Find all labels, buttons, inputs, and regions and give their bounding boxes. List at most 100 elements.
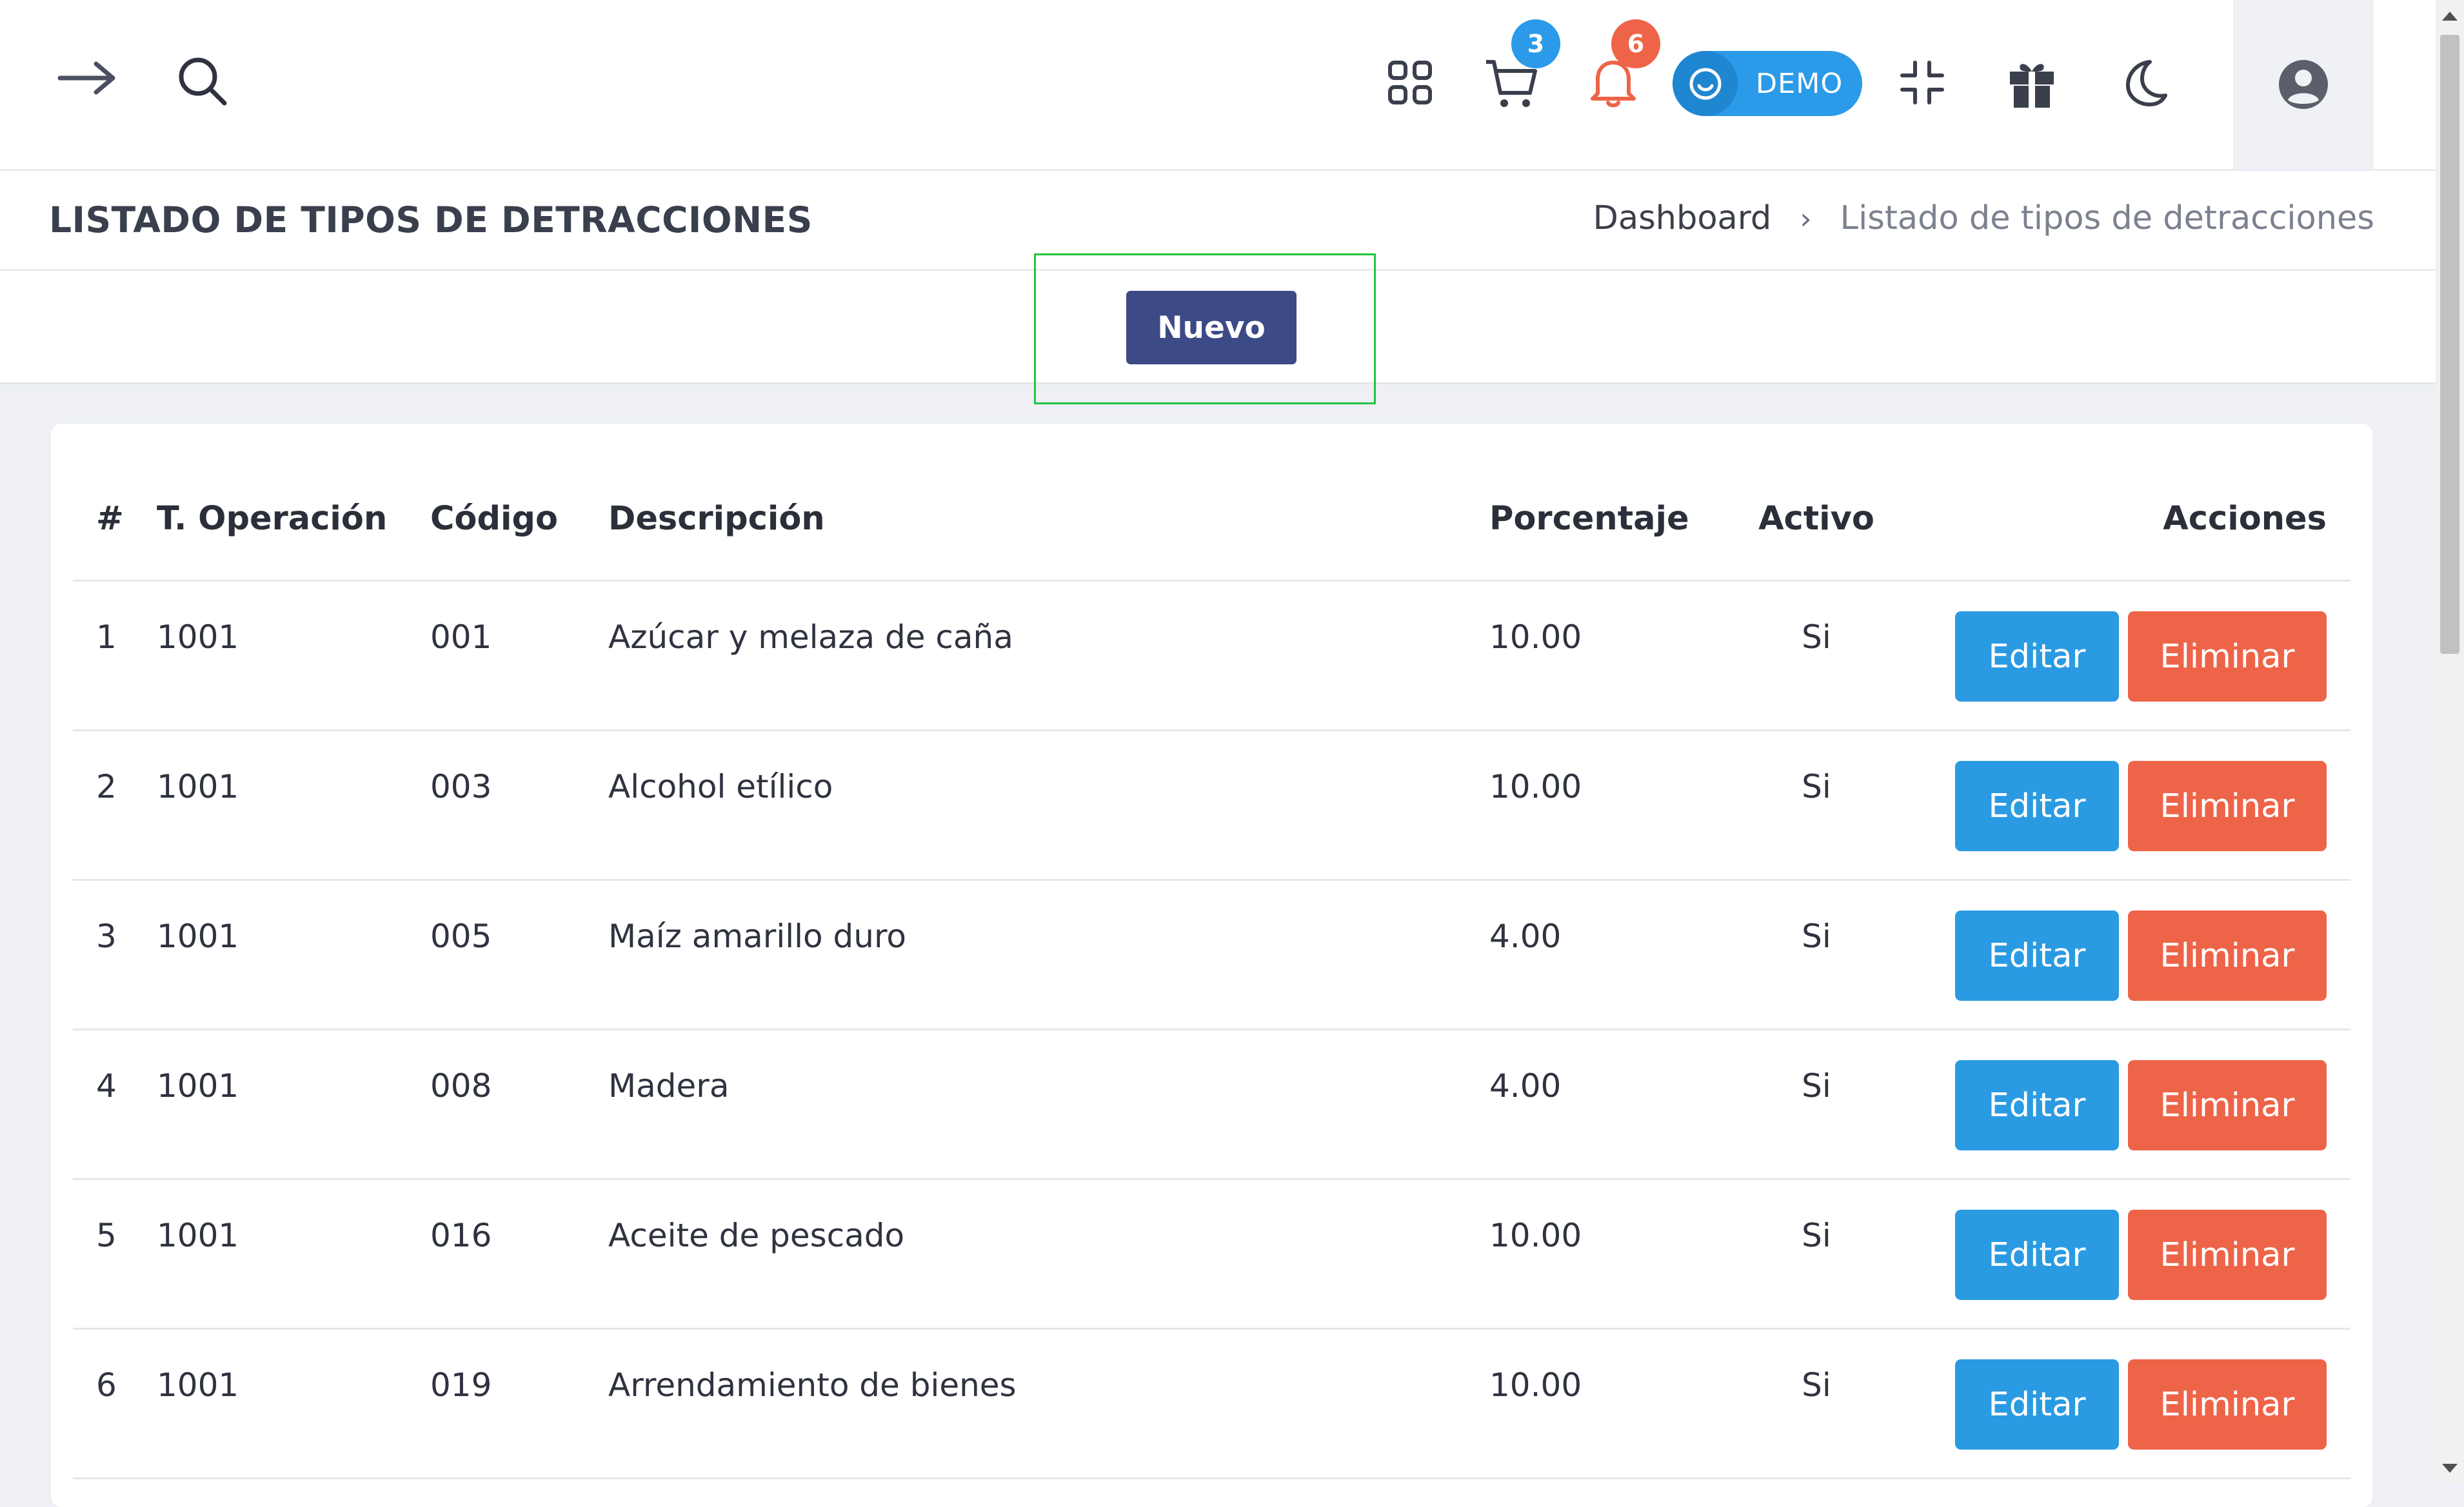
cell-number-text: 5	[96, 1217, 117, 1254]
cell-operation-text: 1001	[157, 1217, 239, 1254]
edit-button[interactable]: Editar	[1955, 1359, 2119, 1450]
cell-number-text: 6	[96, 1366, 117, 1404]
cell-operation: 1001	[157, 580, 430, 731]
gift-icon[interactable]	[2006, 55, 2058, 111]
cell-description: Azúcar y melaza de caña	[608, 580, 1489, 731]
cell-number-text: 4	[96, 1067, 117, 1105]
apps-grid-icon[interactable]	[1386, 58, 1435, 107]
cell-code-text: 008	[430, 1067, 492, 1105]
cell-description-text: Aceite de pescado	[608, 1217, 905, 1254]
cell-actions: Editar Eliminar	[1894, 1179, 2350, 1330]
delete-button[interactable]: Eliminar	[2128, 761, 2327, 851]
table-row: 5 1001 016 Aceite de pescado 10.00 Si Editar El…	[73, 1179, 2350, 1330]
cell-percentage-text: 10.00	[1489, 1217, 1582, 1254]
col-header-description[interactable]: Descripción	[608, 457, 1489, 582]
cell-operation: 1001	[157, 730, 430, 881]
cell-number-text: 3	[96, 918, 117, 955]
cell-percentage-text: 10.00	[1489, 768, 1582, 805]
delete-button[interactable]: Eliminar	[2128, 611, 2327, 702]
edit-button[interactable]: Editar	[1955, 1060, 2119, 1150]
breadcrumb: Dashboard › Listado de tipos de detraccion…	[1593, 171, 2374, 266]
cell-code: 008	[430, 1029, 608, 1180]
cell-active-text: Si	[1802, 1366, 1831, 1404]
cell-code: 019	[430, 1328, 608, 1479]
cell-percentage-text: 10.00	[1489, 1366, 1582, 1404]
delete-button[interactable]: Eliminar	[2128, 1210, 2327, 1300]
cell-number-text: 1	[96, 618, 117, 656]
cell-active-text: Si	[1802, 1217, 1831, 1254]
cell-active: Si	[1738, 580, 1894, 731]
cell-description: Arrendamiento de bienes	[608, 1328, 1489, 1479]
cell-actions: Editar Eliminar	[1894, 880, 2350, 1030]
col-header-percentage[interactable]: Porcentaje	[1489, 457, 1738, 582]
col-header-active[interactable]: Activo	[1738, 457, 1894, 582]
delete-button[interactable]: Eliminar	[2128, 1060, 2327, 1150]
table-row: 6 1001 019 Arrendamiento de bienes 10.00 Si Ed…	[73, 1328, 2350, 1479]
smiley-icon	[1673, 51, 1738, 116]
cell-active-text: Si	[1802, 1067, 1831, 1105]
scroll-up-arrow[interactable]	[2442, 12, 2458, 21]
edit-button[interactable]: Editar	[1955, 611, 2119, 702]
compress-icon[interactable]	[1898, 57, 1947, 108]
table-card: # T. Operación Código Descripción Porcen…	[51, 424, 2372, 1507]
cell-operation: 1001	[157, 1029, 430, 1180]
cell-percentage: 4.00	[1489, 1029, 1738, 1180]
cell-number: 1	[73, 580, 157, 731]
cell-description: Aceite de pescado	[608, 1179, 1489, 1330]
cell-percentage: 10.00	[1489, 1328, 1738, 1479]
user-menu[interactable]	[2233, 0, 2374, 169]
demo-mode-toggle[interactable]: DEMO	[1673, 51, 1862, 116]
cell-code: 005	[430, 880, 608, 1030]
scrollbar-thumb[interactable]	[2440, 35, 2459, 654]
cell-code-text: 019	[430, 1366, 492, 1404]
cell-active-text: Si	[1802, 768, 1831, 805]
cell-percentage: 10.00	[1489, 1179, 1738, 1330]
edit-button[interactable]: Editar	[1955, 761, 2119, 851]
cell-percentage: 10.00	[1489, 580, 1738, 731]
scroll-down-arrow[interactable]	[2442, 1464, 2458, 1473]
notifications-count-badge: 6	[1611, 19, 1660, 68]
cell-active: Si	[1738, 1328, 1894, 1479]
new-button[interactable]: Nuevo	[1126, 291, 1297, 364]
col-header-code[interactable]: Código	[430, 457, 608, 582]
edit-button[interactable]: Editar	[1955, 1210, 2119, 1300]
moon-icon[interactable]	[2119, 55, 2171, 110]
cell-description: Alcohol etílico	[608, 730, 1489, 881]
col-header-actions: Acciones	[1894, 457, 2350, 582]
col-header-operation[interactable]: T. Operación	[157, 457, 430, 582]
breadcrumb-current: Listado de tipos de detracciones	[1840, 199, 2374, 237]
arrow-right-icon[interactable]	[52, 55, 123, 101]
cell-code: 016	[430, 1179, 608, 1330]
search-icon[interactable]	[174, 53, 230, 108]
cell-active: Si	[1738, 880, 1894, 1030]
cell-code-text: 001	[430, 618, 492, 656]
demo-label: DEMO	[1756, 67, 1843, 100]
edit-button[interactable]: Editar	[1955, 911, 2119, 1001]
col-header-number[interactable]: #	[73, 457, 157, 582]
detracciones-table: # T. Operación Código Descripción Porcen…	[73, 457, 2350, 1479]
cell-description-text: Maíz amarillo duro	[608, 918, 906, 955]
delete-button[interactable]: Eliminar	[2128, 911, 2327, 1001]
cell-number: 5	[73, 1179, 157, 1330]
chevron-right-icon: ›	[1800, 201, 1812, 236]
cell-number: 3	[73, 880, 157, 1030]
cell-operation-text: 1001	[157, 768, 239, 805]
cell-code: 001	[430, 580, 608, 731]
cell-actions: Editar Eliminar	[1894, 730, 2350, 881]
table-row: 3 1001 005 Maíz amarillo duro 4.00 Si Editar El…	[73, 880, 2350, 1030]
breadcrumb-home-link[interactable]: Dashboard	[1593, 199, 1772, 237]
cell-operation-text: 1001	[157, 618, 239, 656]
cell-number: 2	[73, 730, 157, 881]
cell-operation: 1001	[157, 1179, 430, 1330]
table-row: 4 1001 008 Madera 4.00 Si Editar Eliminar	[73, 1029, 2350, 1180]
delete-button[interactable]: Eliminar	[2128, 1359, 2327, 1450]
cell-operation: 1001	[157, 880, 430, 1030]
cell-active: Si	[1738, 730, 1894, 881]
cell-number: 6	[73, 1328, 157, 1479]
cell-percentage-text: 4.00	[1489, 918, 1562, 955]
cell-code-text: 005	[430, 918, 492, 955]
cell-percentage: 4.00	[1489, 880, 1738, 1030]
cart-count-badge: 3	[1511, 19, 1560, 68]
cell-percentage: 10.00	[1489, 730, 1738, 881]
cell-operation-text: 1001	[157, 918, 239, 955]
